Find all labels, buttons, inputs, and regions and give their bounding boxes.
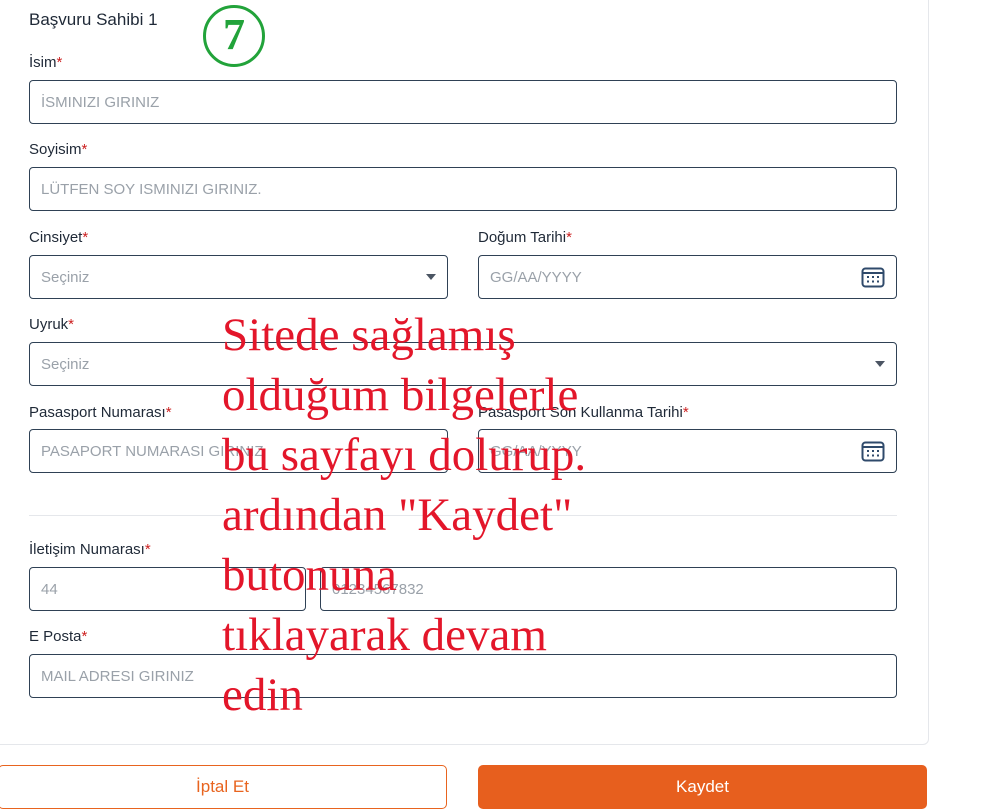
passport-number-label: Pasasport Numarası* [29, 404, 172, 421]
phone-number-placeholder: 01234567832 [332, 580, 424, 598]
birth-date-label: Doğum Tarihi* [478, 229, 572, 246]
last-name-input[interactable]: LÜTFEN SOY ISMINIZI GIRINIZ. [29, 167, 897, 211]
first-name-placeholder: İSMINIZI GIRINIZ [41, 93, 160, 111]
required-mark: * [566, 229, 572, 246]
gender-label: Cinsiyet* [29, 229, 89, 246]
email-placeholder: MAIL ADRESI GIRINIZ [41, 667, 194, 685]
required-mark: * [68, 316, 75, 333]
phone-country-code-input[interactable]: 44 [29, 567, 306, 611]
required-mark: * [56, 54, 63, 71]
first-name-input[interactable]: İSMINIZI GIRINIZ [29, 80, 897, 124]
save-button[interactable]: Kaydet [478, 765, 927, 809]
chevron-down-icon [426, 274, 436, 280]
section-title: Başvuru Sahibi 1 [29, 10, 158, 29]
required-mark: * [165, 404, 172, 421]
calendar-icon[interactable] [861, 266, 885, 288]
nationality-label: Uyruk* [29, 316, 75, 333]
first-name-label: İsim* [29, 54, 63, 71]
last-name-placeholder: LÜTFEN SOY ISMINIZI GIRINIZ. [41, 180, 262, 198]
required-mark: * [81, 628, 88, 645]
birth-date-input[interactable]: GG/AA/YYYY [478, 255, 897, 299]
phone-number-input[interactable]: 01234567832 [320, 567, 897, 611]
email-input[interactable]: MAIL ADRESI GIRINIZ [29, 654, 897, 698]
gender-select[interactable]: Seçiniz [29, 255, 448, 299]
required-mark: * [81, 141, 88, 158]
calendar-icon[interactable] [861, 440, 885, 462]
gender-select-value: Seçiniz [41, 268, 90, 286]
passport-expiry-placeholder: GG/AA/YYYY [490, 442, 582, 460]
required-mark: * [682, 404, 689, 421]
chevron-down-icon [875, 361, 885, 367]
email-label: E Posta* [29, 628, 88, 645]
phone-label: İletişim Numarası* [29, 541, 151, 558]
last-name-label: Soyisim* [29, 141, 88, 158]
section-divider [29, 515, 897, 516]
birth-date-placeholder: GG/AA/YYYY [490, 268, 582, 286]
nationality-select-value: Seçiniz [41, 355, 90, 373]
phone-country-code-placeholder: 44 [41, 580, 58, 598]
passport-expiry-input[interactable]: GG/AA/YYYY [478, 429, 897, 473]
cancel-button[interactable]: İptal Et [0, 765, 447, 809]
step-number-badge: 7 [203, 5, 265, 67]
passport-expiry-label: Pasasport Son Kullanma Tarihi* [478, 404, 689, 421]
passport-number-input[interactable]: PASAPORT NUMARASI GIRINIZ [29, 429, 448, 473]
required-mark: * [82, 229, 89, 246]
nationality-select[interactable]: Seçiniz [29, 342, 897, 386]
required-mark: * [144, 541, 151, 558]
passport-number-placeholder: PASAPORT NUMARASI GIRINIZ [41, 442, 264, 460]
